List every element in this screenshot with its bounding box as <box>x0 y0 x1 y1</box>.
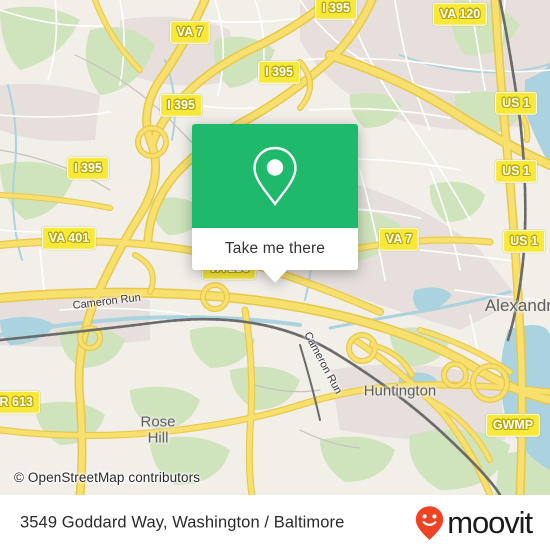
moovit-pin-smiley-icon <box>416 505 444 540</box>
highway-shield: VA 120 <box>432 2 488 26</box>
highway-shield: SR 613 <box>0 390 40 414</box>
highway-shield: VA 7 <box>378 227 420 251</box>
popup-action-bar[interactable]: Take me there <box>192 228 358 283</box>
map-pin-icon <box>253 146 297 207</box>
address-label: 3549 Goddard Way, Washington / Baltimore <box>20 513 345 531</box>
moovit-map-screenshot: .land{fill:#f2efe9;} .resid{fill:#e6dfdb… <box>0 0 550 550</box>
highway-shield: I 395 <box>67 156 109 180</box>
place-label: Alexandria <box>484 296 550 315</box>
highway-shield: US 1 <box>503 229 545 253</box>
location-popup-card[interactable]: Take me there <box>192 124 358 283</box>
highway-shield: GWMP <box>485 413 541 437</box>
highway-shield: I 395 <box>258 60 300 84</box>
highway-shield: I 395 <box>160 93 202 117</box>
place-label: Huntington <box>363 382 437 400</box>
popup-image-area <box>192 124 358 228</box>
footer-bar: 3549 Goddard Way, Washington / Baltimore… <box>0 495 550 550</box>
place-label: Rose Hill <box>140 413 176 446</box>
highway-shield: US 1 <box>495 91 537 115</box>
highway-shield: VA 401 <box>41 226 97 250</box>
highway-shield: VA 7 <box>169 20 211 44</box>
moovit-brand[interactable]: moovit <box>414 505 533 541</box>
highway-shield: I 395 <box>315 0 357 20</box>
highway-shield: US 1 <box>495 159 537 183</box>
moovit-wordmark: moovit <box>447 505 533 540</box>
take-me-there-label: Take me there <box>224 240 326 257</box>
osm-attribution: © OpenStreetMap contributors <box>14 470 201 485</box>
popup-pointer-tail <box>262 269 288 283</box>
